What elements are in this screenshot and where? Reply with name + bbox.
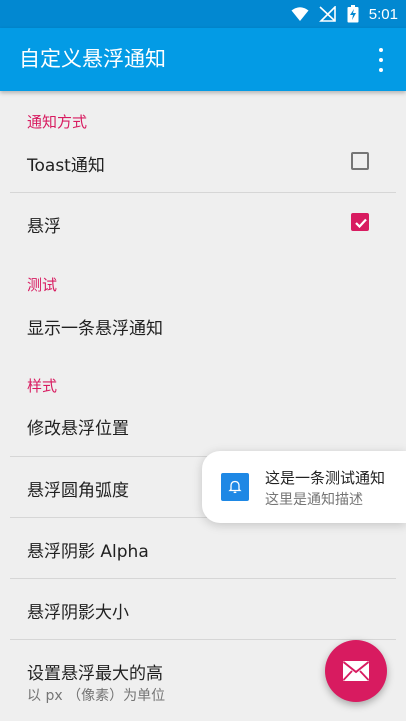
status-icons: 5:01 xyxy=(291,0,398,28)
pref-show-one[interactable]: 显示一条悬浮通知 xyxy=(0,294,406,354)
category-test: 测试 xyxy=(27,276,58,294)
mail-icon xyxy=(342,661,370,681)
bell-icon xyxy=(221,473,249,501)
pref-shadow-size-title: 悬浮阴影大小 xyxy=(27,603,129,623)
floating-notification[interactable]: 这是一条测试通知 这里是通知描述 xyxy=(202,451,406,523)
pref-shadow-alpha-title: 悬浮阴影 Alpha xyxy=(27,542,149,562)
pref-float[interactable]: 悬浮 xyxy=(0,193,406,253)
pref-show-one-title: 显示一条悬浮通知 xyxy=(27,319,163,339)
pref-position-title: 修改悬浮位置 xyxy=(27,419,129,439)
notification-description: 这里是通知描述 xyxy=(265,492,363,508)
toast-checkbox[interactable] xyxy=(351,152,369,170)
battery-charging-icon xyxy=(347,5,359,23)
pref-max-height-summary: 以 px （像素）为单位 xyxy=(27,688,166,704)
more-vert-icon[interactable] xyxy=(370,48,392,72)
float-checkbox[interactable] xyxy=(351,213,369,231)
category-notify-method: 通知方式 xyxy=(27,113,88,131)
notification-title: 这是一条测试通知 xyxy=(265,469,386,487)
status-bar: 5:01 xyxy=(0,0,406,28)
check-icon xyxy=(355,218,367,229)
pref-position[interactable]: 修改悬浮位置 xyxy=(0,396,406,456)
pref-max-height-title: 设置悬浮最大的高 xyxy=(27,664,163,684)
pref-shadow-size[interactable]: 悬浮阴影大小 xyxy=(0,579,406,639)
app-bar: 自定义悬浮通知 xyxy=(0,28,406,91)
pref-shadow-alpha[interactable]: 悬浮阴影 Alpha xyxy=(0,518,406,578)
pref-radius-title: 悬浮圆角弧度 xyxy=(27,481,129,501)
category-style: 样式 xyxy=(27,377,58,395)
pref-float-title: 悬浮 xyxy=(27,217,61,237)
wifi-icon xyxy=(291,7,309,21)
mail-fab-button[interactable] xyxy=(325,640,387,702)
page-title: 自定义悬浮通知 xyxy=(19,47,166,71)
status-time: 5:01 xyxy=(368,5,398,23)
pref-toast-title: Toast通知 xyxy=(27,156,105,176)
pref-toast[interactable]: Toast通知 xyxy=(0,132,406,192)
signal-off-icon xyxy=(318,6,336,22)
